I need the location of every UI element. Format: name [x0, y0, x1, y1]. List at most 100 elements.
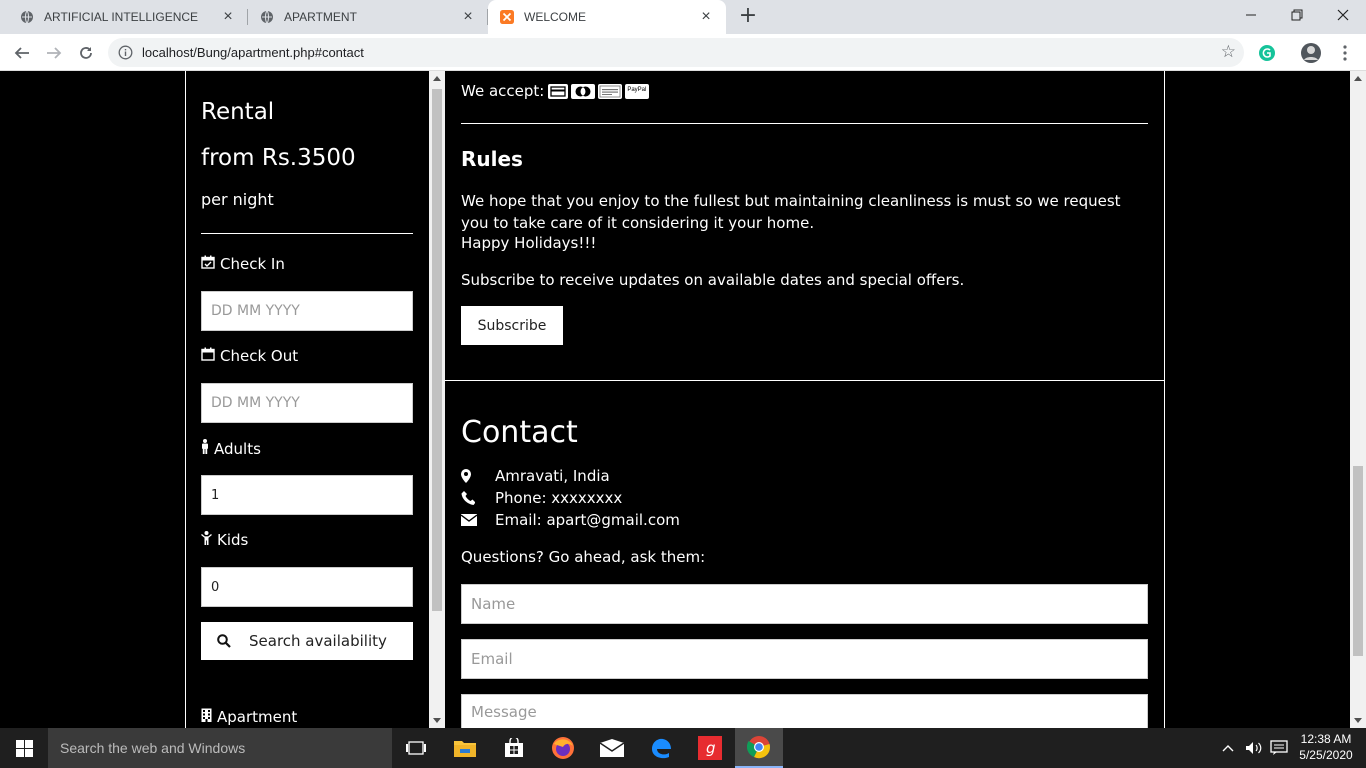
card-icon	[548, 83, 569, 99]
volume-icon[interactable]	[1245, 728, 1263, 768]
file-explorer-icon[interactable]	[441, 728, 489, 768]
map-marker-icon	[461, 469, 495, 483]
task-view-icon[interactable]	[392, 728, 440, 768]
name-input[interactable]: Name	[461, 584, 1148, 624]
adults-input[interactable]: 1	[201, 475, 413, 515]
reload-icon[interactable]	[74, 41, 98, 65]
message-input[interactable]: Message	[461, 694, 1148, 728]
tab-strip: ARTIFICIAL INTELLIGENCE × APARTMENT × WE…	[0, 0, 1366, 34]
tab-artificial-intelligence[interactable]: ARTIFICIAL INTELLIGENCE ×	[0, 0, 248, 34]
close-tab-icon[interactable]: ×	[220, 9, 236, 25]
check-in-label: Check In	[201, 255, 285, 273]
scroll-up-arrow-icon[interactable]	[1354, 76, 1362, 81]
clock-time: 12:38 AM	[1300, 732, 1352, 746]
restore-icon[interactable]	[1274, 0, 1320, 30]
questions-text: Questions? Go ahead, ask them:	[461, 548, 706, 566]
paypal-text: PayPal	[627, 86, 647, 93]
bookmark-star-icon[interactable]: ☆	[1221, 42, 1236, 62]
happy-holidays-text: Happy Holidays!!!	[461, 234, 597, 252]
sidebar-scrollbar[interactable]	[429, 71, 445, 728]
tab-welcome[interactable]: WELCOME ×	[488, 0, 726, 34]
calendar-icon	[201, 347, 215, 365]
edge-icon[interactable]	[637, 728, 685, 768]
phone-row: Phone: xxxxxxxx	[461, 489, 622, 507]
action-center-icon[interactable]	[1270, 728, 1288, 768]
close-window-icon[interactable]	[1320, 0, 1366, 30]
per-night-text: per night	[201, 190, 274, 209]
email-input[interactable]: Email	[461, 639, 1148, 679]
divider	[201, 233, 413, 234]
subscribe-button[interactable]: Subscribe	[461, 306, 563, 345]
scroll-down-arrow-icon[interactable]	[433, 718, 441, 723]
svg-text:g: g	[706, 739, 716, 757]
email-row: Email: apart@gmail.com	[461, 511, 680, 529]
windows-taskbar: Search the web and Windows g 12:38 AM 5/…	[0, 728, 1366, 768]
check-out-label: Check Out	[201, 347, 298, 365]
rental-heading: Rental	[201, 99, 275, 125]
page-scrollbar[interactable]	[1350, 71, 1366, 728]
store-icon[interactable]	[490, 728, 538, 768]
phone-icon	[461, 491, 495, 505]
scroll-down-arrow-icon[interactable]	[1354, 718, 1362, 723]
rules-title: Rules	[461, 147, 523, 171]
new-tab-button[interactable]: +	[737, 5, 759, 27]
we-accept-label: We accept:	[461, 82, 545, 100]
paypal-icon: PayPal	[625, 83, 650, 99]
back-arrow-icon[interactable]	[10, 41, 34, 65]
menu-kebab-icon[interactable]	[1333, 41, 1357, 65]
mail-icon[interactable]	[588, 728, 636, 768]
browser-toolbar: localhost/Bung/apartment.php#contact ☆	[0, 34, 1366, 71]
forward-arrow-icon[interactable]	[42, 41, 66, 65]
globe-icon	[20, 10, 34, 24]
grammarly-icon[interactable]	[1255, 41, 1279, 65]
search-availability-label: Search availability	[249, 632, 387, 650]
divider	[461, 123, 1148, 124]
search-icon	[217, 634, 231, 648]
clock-date: 5/25/2020	[1299, 748, 1353, 762]
minimize-icon[interactable]	[1228, 0, 1274, 30]
chrome-icon[interactable]	[735, 728, 783, 768]
globe-icon	[260, 10, 274, 24]
adults-label: Adults	[201, 439, 261, 458]
check-out-input[interactable]: DD MM YYYY	[201, 383, 413, 423]
windows-start-icon[interactable]	[0, 728, 48, 768]
close-tab-icon[interactable]: ×	[460, 9, 476, 25]
section-divider	[445, 380, 1165, 381]
close-tab-icon[interactable]: ×	[698, 9, 714, 25]
taskbar-search-input[interactable]: Search the web and Windows	[48, 728, 392, 768]
apartment-link[interactable]: Apartment	[201, 708, 297, 726]
firefox-icon[interactable]	[539, 728, 587, 768]
tab-title: WELCOME	[524, 10, 587, 24]
scrollbar-thumb[interactable]	[1353, 466, 1363, 656]
kids-input[interactable]: 0	[201, 567, 413, 607]
check-in-input[interactable]: DD MM YYYY	[201, 291, 413, 331]
rules-text: We hope that you enjoy to the fullest bu…	[461, 192, 1121, 232]
scrollbar-thumb[interactable]	[432, 89, 442, 611]
url-text: localhost/Bung/apartment.php#contact	[142, 45, 364, 60]
mastercard-icon	[571, 83, 596, 99]
amex-icon	[598, 83, 623, 99]
child-icon	[201, 531, 212, 549]
contact-title: Contact	[461, 415, 578, 450]
profile-avatar-icon[interactable]	[1299, 41, 1323, 65]
taskbar-clock[interactable]: 12:38 AM 5/25/2020	[1294, 731, 1358, 763]
payment-methods: We accept: PayPal	[461, 82, 650, 100]
tab-apartment[interactable]: APARTMENT ×	[248, 0, 488, 34]
xampp-icon	[500, 10, 514, 24]
tab-title: APARTMENT	[284, 10, 357, 24]
address-bar[interactable]: localhost/Bung/apartment.php#contact ☆	[108, 38, 1244, 67]
scroll-up-arrow-icon[interactable]	[433, 76, 441, 81]
search-availability-button[interactable]: Search availability	[201, 622, 413, 660]
info-icon[interactable]	[118, 45, 133, 60]
building-icon	[201, 708, 212, 726]
calendar-check-icon	[201, 255, 215, 273]
male-icon	[201, 439, 209, 458]
main-content	[445, 71, 1165, 728]
kids-label: Kids	[201, 531, 248, 549]
show-hidden-icons-chevron-icon[interactable]	[1222, 728, 1234, 768]
price-text: from Rs.3500	[201, 145, 356, 171]
address-row: Amravati, India	[461, 467, 610, 485]
envelope-icon	[461, 514, 495, 526]
gaana-icon[interactable]: g	[686, 728, 734, 768]
tab-title: ARTIFICIAL INTELLIGENCE	[44, 10, 199, 24]
